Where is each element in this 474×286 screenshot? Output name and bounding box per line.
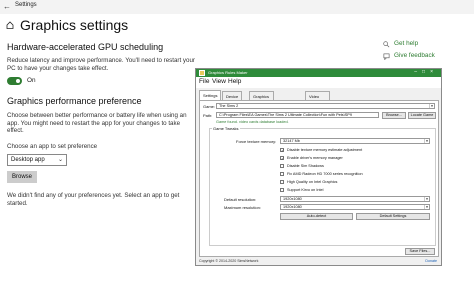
checkbox-driver-memory[interactable]: ✓: [280, 156, 284, 161]
chevron-down-icon: ▾: [424, 139, 429, 143]
auto-detect-button[interactable]: Auto-detect: [280, 213, 353, 220]
page-title: Graphics settings: [20, 17, 129, 33]
back-arrow-icon[interactable]: ←: [3, 1, 11, 12]
checkbox-amd-fix[interactable]: [280, 172, 284, 176]
menu-help[interactable]: Help: [228, 78, 241, 85]
checkbox-sim-shadows[interactable]: [280, 164, 284, 168]
checkbox-label: Fix AMD Radeon HD 7000 series recognitio…: [287, 172, 363, 176]
gpu-scheduling-description: Reduce latency and improve performance. …: [7, 57, 195, 72]
texture-memory-value: 32147 Mb: [283, 139, 300, 143]
path-label: Path:: [203, 113, 213, 118]
default-resolution-select[interactable]: 1920x1080 ▾: [280, 196, 430, 202]
tab-video-cards-preview[interactable]: Video Cards.sgr Preview: [305, 91, 331, 117]
browse-button[interactable]: Browse: [7, 171, 37, 183]
feedback-icon: [383, 53, 390, 60]
game-tweaks-title: Game Tweaks: [212, 126, 240, 131]
chevron-down-icon: ⌄: [57, 157, 63, 163]
maximum-resolution-select[interactable]: 1920x1080 ▾: [280, 204, 430, 210]
window-title: Settings: [15, 2, 37, 8]
default-resolution-label: Default resolution:: [224, 197, 257, 202]
checkbox-label: Disable Sim Shadows: [287, 164, 324, 168]
chevron-down-icon: ▾: [424, 197, 429, 201]
checkbox-label: Enable driver's memory manager: [287, 156, 343, 160]
menu-view[interactable]: View: [212, 78, 226, 85]
gpu-scheduling-heading: Hardware-accelerated GPU scheduling: [7, 42, 164, 52]
gpu-scheduling-toggle[interactable]: [7, 77, 22, 85]
default-resolution-value: 1920x1080: [283, 197, 302, 201]
default-settings-button[interactable]: Default Settings: [356, 213, 430, 220]
graphics-rules-maker-window: Graphics Rules Maker –□× File View Help …: [195, 68, 442, 266]
toggle-knob: [16, 79, 20, 83]
save-files-button[interactable]: Save Files...: [405, 248, 435, 255]
performance-preference-description: Choose between better performance or bat…: [7, 112, 187, 134]
toggle-state-label: On: [27, 77, 36, 84]
donate-link[interactable]: Donate: [425, 259, 437, 263]
choose-app-label: Choose an app to set preference: [7, 143, 98, 150]
grm-titlebar: Graphics Rules Maker –□×: [196, 69, 441, 77]
no-preferences-text: We didn't find any of your preferences y…: [7, 192, 180, 207]
menubar: File View Help: [196, 77, 441, 88]
chevron-down-icon: ▾: [429, 104, 434, 108]
checkbox-label: High Quality on Intel Graphics: [287, 180, 338, 184]
grm-title: Graphics Rules Maker: [208, 70, 248, 75]
tab-device-info[interactable]: Device Info: [222, 91, 243, 108]
maximum-resolution-label: Maximum resolution:: [224, 205, 261, 210]
app-type-select[interactable]: Desktop app ⌄: [7, 154, 67, 166]
status-text: Game found. video cards database loaded.: [216, 120, 289, 124]
game-tweaks-group: [209, 128, 436, 246]
checkbox-intel-quality[interactable]: [280, 180, 284, 184]
texture-memory-select[interactable]: 32147 Mb ▾: [280, 138, 430, 144]
home-icon: [6, 21, 14, 29]
maximum-resolution-value: 1920x1080: [283, 205, 302, 209]
checkbox-label: Support Kirvo on Intel: [287, 188, 324, 192]
settings-titlebar: ← Settings: [0, 0, 474, 14]
game-select[interactable]: The Sims 2 ▾: [216, 103, 435, 109]
app-type-value: Desktop app: [11, 157, 45, 163]
window-controls-icon[interactable]: –□×: [414, 69, 438, 75]
checkbox-intel-support[interactable]: [280, 188, 284, 192]
settings-panel: Game: The Sims 2 ▾ Path: C:\Program File…: [199, 100, 439, 257]
locate-game-button[interactable]: Locate Game: [408, 112, 436, 119]
checkbox-texture-adjustment[interactable]: ✓: [280, 148, 284, 153]
performance-preference-heading: Graphics performance preference: [7, 96, 142, 106]
game-value: The Sims 2: [219, 104, 239, 108]
tab-settings[interactable]: Settings: [199, 90, 222, 100]
tab-graphics-rules-preview[interactable]: Graphics Rules.sgr Preview: [249, 91, 274, 117]
chevron-down-icon: ▾: [424, 205, 429, 209]
help-icon: [383, 41, 390, 48]
get-help-link[interactable]: Get help: [394, 40, 418, 47]
app-icon: [199, 70, 205, 76]
copyright-text: Copyright © 2014-2020 SimsNetwork: [199, 259, 259, 263]
checkbox-label: Disable texture memory estimate adjustme…: [287, 148, 363, 152]
menu-file[interactable]: File: [199, 78, 209, 85]
texture-memory-label: Force texture memory:: [236, 139, 277, 144]
path-browse-button[interactable]: Browse...: [382, 112, 406, 119]
path-field[interactable]: C:\Program Files\EA Games\The Sims 2 Ult…: [216, 112, 379, 118]
game-label: Game:: [203, 104, 216, 109]
give-feedback-link[interactable]: Give feedback: [394, 52, 435, 59]
